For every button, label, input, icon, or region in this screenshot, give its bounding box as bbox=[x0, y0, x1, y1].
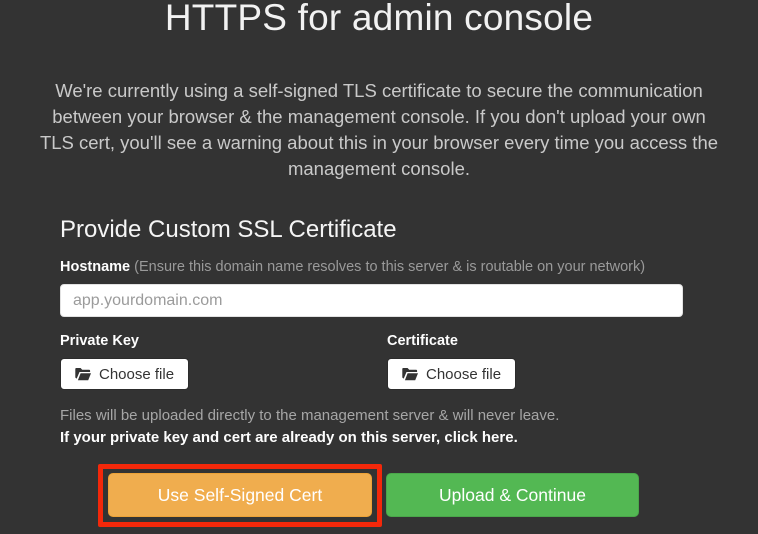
hostname-input[interactable] bbox=[60, 284, 683, 317]
action-buttons-row: Use Self-Signed Cert Upload & Continue bbox=[98, 464, 683, 527]
private-key-field: Private Key Choose file bbox=[60, 332, 387, 390]
use-self-signed-cert-button[interactable]: Use Self-Signed Cert bbox=[108, 473, 372, 517]
existing-cert-note-text: If your private key and cert are already… bbox=[60, 429, 444, 446]
hostname-hint: (Ensure this domain name resolves to thi… bbox=[134, 259, 645, 275]
highlight-annotation-rectangle: Use Self-Signed Cert bbox=[98, 464, 382, 527]
form-heading: Provide Custom SSL Certificate bbox=[60, 215, 683, 245]
private-key-choose-file-label: Choose file bbox=[99, 366, 174, 383]
folder-open-icon bbox=[402, 368, 418, 381]
existing-cert-note: If your private key and cert are already… bbox=[60, 428, 683, 448]
upload-continue-button[interactable]: Upload & Continue bbox=[386, 473, 639, 517]
page-title: HTTPS for admin console bbox=[0, 0, 758, 40]
intro-text: We're currently using a self-signed TLS … bbox=[3, 78, 755, 182]
private-key-choose-file-button[interactable]: Choose file bbox=[60, 358, 189, 390]
click-here-link[interactable]: click here. bbox=[444, 429, 517, 446]
custom-ssl-form: Provide Custom SSL Certificate Hostname … bbox=[60, 215, 683, 527]
certificate-label: Certificate bbox=[387, 332, 516, 351]
certificate-field: Certificate Choose file bbox=[387, 332, 516, 390]
certificate-choose-file-label: Choose file bbox=[426, 366, 501, 383]
hostname-label-row: Hostname (Ensure this domain name resolv… bbox=[60, 258, 683, 277]
hostname-label: Hostname bbox=[60, 259, 130, 275]
folder-open-icon bbox=[75, 368, 91, 381]
private-key-label: Private Key bbox=[60, 332, 387, 351]
certificate-choose-file-button[interactable]: Choose file bbox=[387, 358, 516, 390]
file-upload-row: Private Key Choose file Certificate bbox=[60, 332, 683, 390]
upload-note: Files will be uploaded directly to the m… bbox=[60, 406, 683, 426]
https-setup-page: HTTPS for admin console We're currently … bbox=[0, 0, 758, 530]
